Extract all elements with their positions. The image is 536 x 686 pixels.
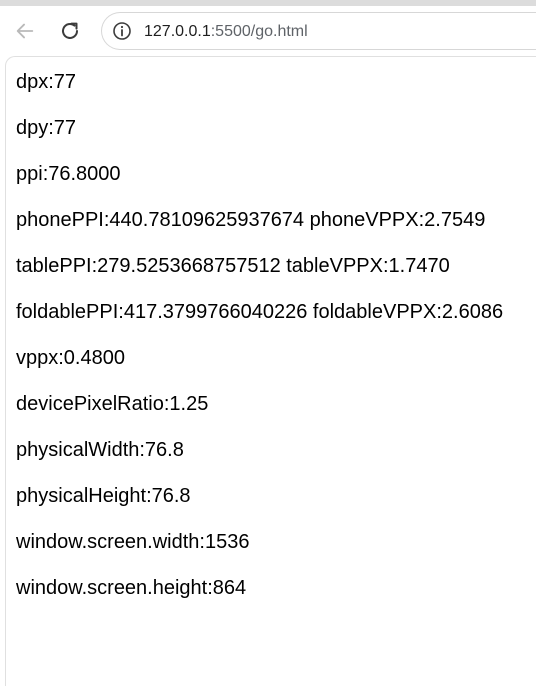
browser-toolbar: 127.0.0.1:5500/go.html <box>0 6 536 56</box>
url-path: :5500/go.html <box>210 23 308 40</box>
ppi-line: ppi:76.8000 <box>16 163 121 185</box>
reload-button[interactable] <box>53 14 87 48</box>
physical-width-line: physicalWidth:76.8 <box>16 439 184 461</box>
foldable-ppi-line: foldablePPI:417.3799766040226 foldableVP… <box>16 301 504 323</box>
device-pixel-ratio-line: devicePixelRatio:1.25 <box>16 393 209 415</box>
url-text: 127.0.0.1:5500/go.html <box>144 22 308 42</box>
phone-ppi-line: phonePPI:440.78109625937674 phoneVPPX:2.… <box>16 209 486 231</box>
page-content: dpx:77 dpy:77 ppi:76.8000 phonePPI:440.7… <box>5 56 536 686</box>
tablet-ppi-line: tablePPI:279.5253668757512 tableVPPX:1.7… <box>16 255 450 277</box>
screen-height-line: window.screen.height:864 <box>16 577 247 599</box>
url-host: 127.0.0.1 <box>144 23 211 40</box>
info-icon[interactable] <box>112 21 132 41</box>
back-button[interactable] <box>8 14 42 48</box>
reload-icon <box>62 22 78 39</box>
vppx-line: vppx:0.4800 <box>16 347 125 369</box>
dpy-line: dpy:77 <box>16 117 77 139</box>
screen-width-line: window.screen.width:1536 <box>16 531 250 553</box>
dpx-line: dpx:77 <box>16 71 77 93</box>
physical-height-line: physicalHeight:76.8 <box>16 485 191 507</box>
address-bar[interactable]: 127.0.0.1:5500/go.html <box>101 12 536 50</box>
arrow-left-icon <box>16 23 34 39</box>
